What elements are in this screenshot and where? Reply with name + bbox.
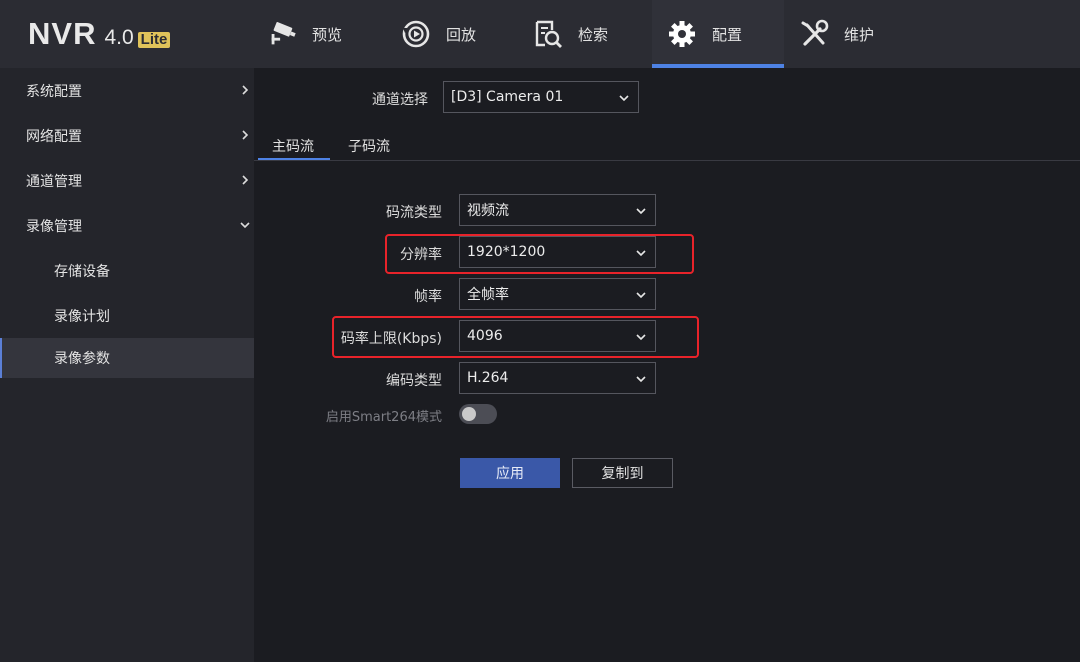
chevron-down-icon (636, 376, 646, 383)
nav-preview[interactable]: 预览 (266, 0, 386, 68)
tab-sub-stream[interactable]: 子码流 (348, 136, 390, 156)
active-tab-indicator (258, 158, 330, 160)
stream-type-label: 码流类型 (386, 205, 442, 221)
logo-name: NVR (28, 16, 97, 51)
gear-icon (666, 18, 698, 50)
encoding-type-value: H.264 (467, 370, 509, 386)
nav-maintenance-label: 维护 (844, 25, 875, 44)
sidebar-item-label: 录像参数 (54, 351, 110, 367)
sidebar-item-system-config[interactable]: 系统配置 (0, 68, 254, 113)
nav-search-label: 检索 (578, 25, 609, 44)
search-doc-icon (532, 18, 564, 50)
playback-icon (400, 18, 432, 50)
chevron-down-icon (636, 250, 646, 257)
chevron-down-icon (240, 222, 250, 229)
sidebar-item-recording-schedule[interactable]: 录像计划 (0, 293, 254, 338)
tab-divider (254, 160, 1080, 161)
chevron-down-icon (619, 95, 629, 102)
nvr-logo: NVR 4.0 Lite (28, 16, 171, 52)
sidebar-item-recording-params[interactable]: 录像参数 (0, 338, 254, 378)
resolution-select[interactable]: 1920*1200 (459, 236, 656, 268)
nav-search[interactable]: 检索 (532, 0, 652, 68)
resolution-label: 分辨率 (400, 247, 442, 263)
bitrate-limit-label: 码率上限(Kbps) (340, 331, 442, 347)
nav-config-label: 配置 (712, 25, 743, 44)
resolution-value: 1920*1200 (467, 244, 546, 260)
chevron-down-icon (636, 208, 646, 215)
sidebar-item-channel-management[interactable]: 通道管理 (0, 158, 254, 203)
smart264-label: 启用Smart264模式 (325, 410, 442, 425)
apply-button[interactable]: 应用 (460, 458, 560, 488)
sidebar-item-label: 通道管理 (26, 173, 82, 190)
stream-type-value: 视频流 (467, 203, 509, 219)
stream-type-select[interactable]: 视频流 (459, 194, 656, 226)
frame-rate-label: 帧率 (414, 289, 442, 305)
copy-to-button[interactable]: 复制到 (572, 458, 673, 488)
nav-playback[interactable]: 回放 (400, 0, 520, 68)
sidebar-item-label: 录像管理 (26, 218, 82, 235)
chevron-right-icon (242, 85, 249, 95)
frame-rate-value: 全帧率 (467, 287, 509, 303)
tools-icon (798, 18, 830, 50)
toggle-knob (462, 407, 476, 421)
logo-edition: Lite (137, 32, 171, 48)
sidebar-item-network-config[interactable]: 网络配置 (0, 113, 254, 158)
frame-rate-select[interactable]: 全帧率 (459, 278, 656, 310)
chevron-down-icon (636, 334, 646, 341)
nav-maintenance[interactable]: 维护 (798, 0, 918, 68)
main-content: 通道选择 [D3] Camera 01 主码流 子码流 码流类型 视频流 分辨率… (254, 68, 1080, 662)
sidebar-item-label: 系统配置 (26, 83, 82, 100)
chevron-down-icon (636, 292, 646, 299)
sidebar-item-storage-device[interactable]: 存储设备 (0, 248, 254, 293)
channel-select[interactable]: [D3] Camera 01 (443, 81, 639, 113)
nav-playback-label: 回放 (446, 25, 477, 44)
nav-preview-label: 预览 (312, 25, 343, 44)
logo-version: 4.0 (104, 26, 134, 49)
bitrate-limit-select[interactable]: 4096 (459, 320, 656, 352)
channel-select-value: [D3] Camera 01 (451, 89, 564, 105)
sidebar-item-label: 存储设备 (54, 263, 110, 280)
sidebar-item-recording-management[interactable]: 录像管理 (0, 203, 254, 248)
bitrate-limit-value: 4096 (467, 328, 503, 344)
channel-select-label: 通道选择 (372, 92, 428, 108)
nav-config[interactable]: 配置 (652, 0, 784, 68)
sidebar-item-label: 录像计划 (54, 308, 110, 325)
tab-main-stream[interactable]: 主码流 (272, 136, 314, 156)
top-navigation-bar: NVR 4.0 Lite 预览 回放 检索 配置 维护 (0, 0, 1080, 68)
smart264-toggle[interactable] (459, 404, 497, 424)
sidebar-item-label: 网络配置 (26, 128, 82, 145)
chevron-right-icon (242, 175, 249, 185)
camera-icon (266, 18, 298, 50)
sidebar: 系统配置 网络配置 通道管理 录像管理 存储设备 录像计划 录像参数 (0, 68, 254, 662)
encoding-type-label: 编码类型 (386, 373, 442, 389)
chevron-right-icon (242, 130, 249, 140)
encoding-type-select[interactable]: H.264 (459, 362, 656, 394)
